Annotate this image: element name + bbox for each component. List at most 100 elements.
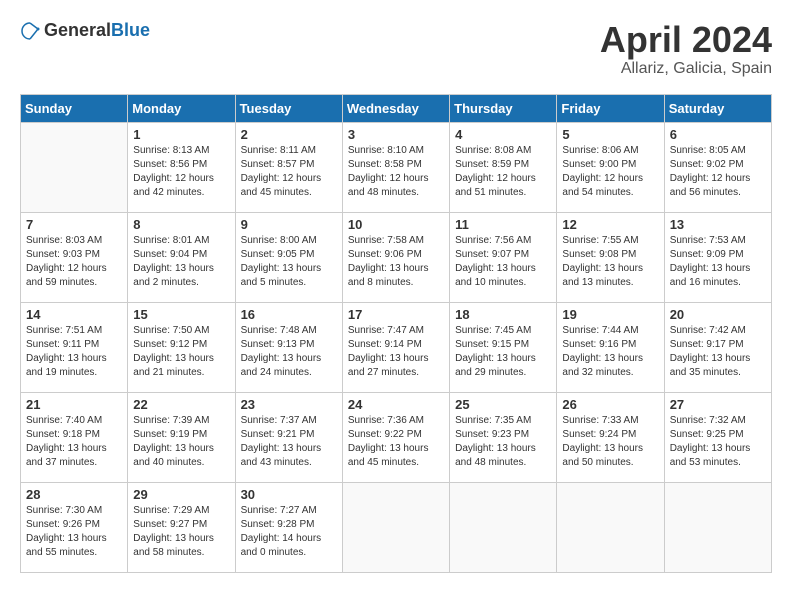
day-number: 23 <box>241 397 337 412</box>
calendar-week-row: 14 Sunrise: 7:51 AMSunset: 9:11 PMDayligh… <box>21 302 772 392</box>
day-number: 27 <box>670 397 766 412</box>
day-info: Sunrise: 8:00 AMSunset: 9:05 PMDaylight:… <box>241 234 337 290</box>
month-title: April 2024 <box>600 20 772 60</box>
calendar-cell: 9 Sunrise: 8:00 AMSunset: 9:05 PMDaylight… <box>235 212 342 302</box>
day-number: 16 <box>241 307 337 322</box>
calendar-cell <box>21 122 128 212</box>
day-number: 3 <box>348 127 444 142</box>
day-number: 9 <box>241 217 337 232</box>
day-info: Sunrise: 8:11 AMSunset: 8:57 PMDaylight:… <box>241 144 337 200</box>
calendar-header-row: SundayMondayTuesdayWednesdayThursdayFrid… <box>21 94 772 122</box>
calendar-cell: 20 Sunrise: 7:42 AMSunset: 9:17 PMDayligh… <box>664 302 771 392</box>
calendar-cell: 30 Sunrise: 7:27 AMSunset: 9:28 PMDayligh… <box>235 482 342 572</box>
day-info: Sunrise: 7:27 AMSunset: 9:28 PMDaylight:… <box>241 504 337 560</box>
calendar-cell: 25Sunrise: 7:35 AMSunset: 9:23 PMDayligh… <box>450 392 557 482</box>
day-info: Sunrise: 8:13 AMSunset: 8:56 PMDaylight:… <box>133 144 229 200</box>
day-header: Wednesday <box>342 94 449 122</box>
calendar-table: SundayMondayTuesdayWednesdayThursdayFrid… <box>20 94 772 573</box>
day-number: 25 <box>455 397 551 412</box>
calendar-cell: 23Sunrise: 7:37 AMSunset: 9:21 PMDayligh… <box>235 392 342 482</box>
day-number: 18 <box>455 307 551 322</box>
calendar-cell: 22 Sunrise: 7:39 AMSunset: 9:19 PMDayligh… <box>128 392 235 482</box>
page-header: General Blue April 2024 Allariz, Galicia… <box>20 20 772 78</box>
day-number: 28 <box>26 487 122 502</box>
day-number: 5 <box>562 127 658 142</box>
day-header: Saturday <box>664 94 771 122</box>
calendar-cell: 13 Sunrise: 7:53 AMSunset: 9:09 PMDayligh… <box>664 212 771 302</box>
day-header: Sunday <box>21 94 128 122</box>
day-info: Sunrise: 7:44 AMSunset: 9:16 PMDaylight:… <box>562 324 658 380</box>
day-number: 7 <box>26 217 122 232</box>
calendar-week-row: 1 Sunrise: 8:13 AMSunset: 8:56 PMDaylight… <box>21 122 772 212</box>
calendar-cell: 2Sunrise: 8:11 AMSunset: 8:57 PMDaylight… <box>235 122 342 212</box>
day-number: 12 <box>562 217 658 232</box>
logo-general: General <box>44 20 111 41</box>
calendar-cell <box>450 482 557 572</box>
calendar-cell <box>557 482 664 572</box>
day-number: 4 <box>455 127 551 142</box>
day-info: Sunrise: 8:05 AMSunset: 9:02 PMDaylight:… <box>670 144 766 200</box>
calendar-cell: 15 Sunrise: 7:50 AMSunset: 9:12 PMDayligh… <box>128 302 235 392</box>
calendar-cell: 10 Sunrise: 7:58 AMSunset: 9:06 PMDayligh… <box>342 212 449 302</box>
day-header: Thursday <box>450 94 557 122</box>
day-info: Sunrise: 7:36 AMSunset: 9:22 PMDaylight:… <box>348 414 444 470</box>
calendar-cell: 6 Sunrise: 8:05 AMSunset: 9:02 PMDaylight… <box>664 122 771 212</box>
calendar-cell: 14 Sunrise: 7:51 AMSunset: 9:11 PMDayligh… <box>21 302 128 392</box>
day-info: Sunrise: 8:03 AMSunset: 9:03 PMDaylight:… <box>26 234 122 290</box>
day-number: 20 <box>670 307 766 322</box>
day-info: Sunrise: 7:53 AMSunset: 9:09 PMDaylight:… <box>670 234 766 290</box>
calendar-cell <box>664 482 771 572</box>
day-info: Sunrise: 8:10 AMSunset: 8:58 PMDaylight:… <box>348 144 444 200</box>
calendar-cell: 24Sunrise: 7:36 AMSunset: 9:22 PMDayligh… <box>342 392 449 482</box>
day-number: 1 <box>133 127 229 142</box>
day-header: Friday <box>557 94 664 122</box>
calendar-cell: 5 Sunrise: 8:06 AMSunset: 9:00 PMDaylight… <box>557 122 664 212</box>
day-number: 19 <box>562 307 658 322</box>
calendar-week-row: 7 Sunrise: 8:03 AMSunset: 9:03 PMDaylight… <box>21 212 772 302</box>
day-number: 6 <box>670 127 766 142</box>
day-info: Sunrise: 7:39 AMSunset: 9:19 PMDaylight:… <box>133 414 229 470</box>
day-info: Sunrise: 8:01 AMSunset: 9:04 PMDaylight:… <box>133 234 229 290</box>
day-number: 13 <box>670 217 766 232</box>
day-info: Sunrise: 7:55 AMSunset: 9:08 PMDaylight:… <box>562 234 658 290</box>
calendar-cell: 26 Sunrise: 7:33 AMSunset: 9:24 PMDayligh… <box>557 392 664 482</box>
day-info: Sunrise: 8:06 AMSunset: 9:00 PMDaylight:… <box>562 144 658 200</box>
day-number: 22 <box>133 397 229 412</box>
calendar-cell: 29Sunrise: 7:29 AMSunset: 9:27 PMDayligh… <box>128 482 235 572</box>
day-number: 14 <box>26 307 122 322</box>
day-info: Sunrise: 7:30 AMSunset: 9:26 PMDaylight:… <box>26 504 122 560</box>
logo: General Blue <box>20 20 150 41</box>
day-number: 15 <box>133 307 229 322</box>
day-number: 11 <box>455 217 551 232</box>
day-header: Tuesday <box>235 94 342 122</box>
calendar-cell: 1 Sunrise: 8:13 AMSunset: 8:56 PMDaylight… <box>128 122 235 212</box>
day-number: 10 <box>348 217 444 232</box>
day-number: 26 <box>562 397 658 412</box>
day-info: Sunrise: 7:50 AMSunset: 9:12 PMDaylight:… <box>133 324 229 380</box>
day-number: 17 <box>348 307 444 322</box>
calendar-week-row: 28 Sunrise: 7:30 AMSunset: 9:26 PMDayligh… <box>21 482 772 572</box>
day-header: Monday <box>128 94 235 122</box>
calendar-cell: 18 Sunrise: 7:45 AMSunset: 9:15 PMDayligh… <box>450 302 557 392</box>
calendar-cell: 3 Sunrise: 8:10 AMSunset: 8:58 PMDaylight… <box>342 122 449 212</box>
day-number: 8 <box>133 217 229 232</box>
calendar-cell: 4 Sunrise: 8:08 AMSunset: 8:59 PMDaylight… <box>450 122 557 212</box>
day-info: Sunrise: 7:56 AMSunset: 9:07 PMDaylight:… <box>455 234 551 290</box>
location: Allariz, Galicia, Spain <box>600 60 772 78</box>
day-info: Sunrise: 7:33 AMSunset: 9:24 PMDaylight:… <box>562 414 658 470</box>
day-number: 30 <box>241 487 337 502</box>
logo-icon <box>20 21 40 41</box>
day-info: Sunrise: 7:45 AMSunset: 9:15 PMDaylight:… <box>455 324 551 380</box>
calendar-cell: 12 Sunrise: 7:55 AMSunset: 9:08 PMDayligh… <box>557 212 664 302</box>
calendar-cell: 28 Sunrise: 7:30 AMSunset: 9:26 PMDayligh… <box>21 482 128 572</box>
day-info: Sunrise: 7:51 AMSunset: 9:11 PMDaylight:… <box>26 324 122 380</box>
calendar-week-row: 21Sunrise: 7:40 AMSunset: 9:18 PMDayligh… <box>21 392 772 482</box>
day-info: Sunrise: 7:42 AMSunset: 9:17 PMDaylight:… <box>670 324 766 380</box>
calendar-cell: 16Sunrise: 7:48 AMSunset: 9:13 PMDayligh… <box>235 302 342 392</box>
logo-blue: Blue <box>111 20 150 41</box>
title-block: April 2024 Allariz, Galicia, Spain <box>600 20 772 78</box>
day-info: Sunrise: 7:32 AMSunset: 9:25 PMDaylight:… <box>670 414 766 470</box>
day-info: Sunrise: 7:58 AMSunset: 9:06 PMDaylight:… <box>348 234 444 290</box>
day-info: Sunrise: 8:08 AMSunset: 8:59 PMDaylight:… <box>455 144 551 200</box>
calendar-cell: 7 Sunrise: 8:03 AMSunset: 9:03 PMDaylight… <box>21 212 128 302</box>
